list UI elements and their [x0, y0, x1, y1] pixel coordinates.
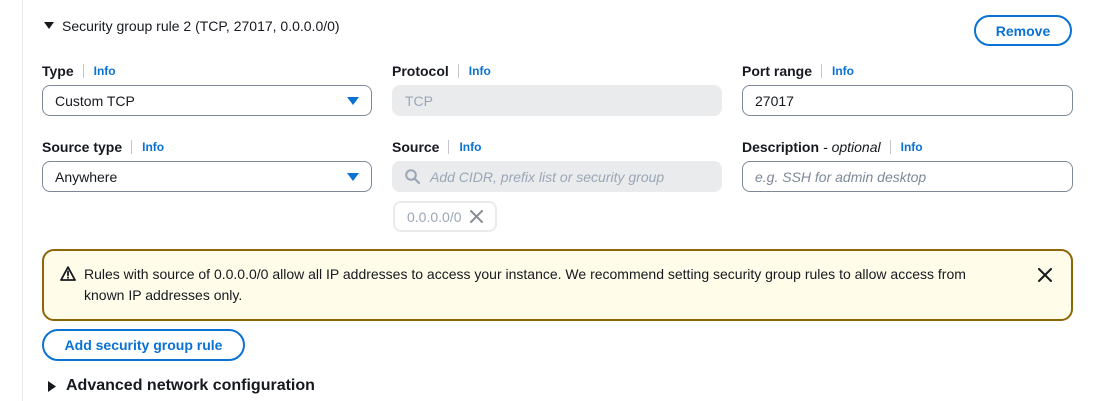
advanced-network-configuration-toggle[interactable]: Advanced network configuration: [48, 377, 315, 395]
caret-down-icon: [44, 22, 54, 29]
source-type-label: Source type Info: [42, 137, 164, 157]
source-search-input[interactable]: Add CIDR, prefix list or security group: [392, 161, 722, 192]
source-label: Source Info: [392, 137, 481, 157]
close-icon[interactable]: [1038, 268, 1052, 282]
source-type-info-link[interactable]: Info: [131, 140, 164, 154]
protocol-value: TCP: [405, 92, 433, 109]
description-input[interactable]: e.g. SSH for admin desktop: [742, 161, 1073, 192]
source-label-text: Source: [392, 139, 440, 155]
warning-icon: [60, 266, 76, 281]
source-search-placeholder: Add CIDR, prefix list or security group: [430, 168, 665, 185]
protocol-field: TCP: [392, 85, 722, 116]
source-type-label-text: Source type: [42, 139, 123, 155]
source-info-link[interactable]: Info: [448, 140, 481, 154]
description-placeholder: e.g. SSH for admin desktop: [755, 168, 927, 185]
remove-button[interactable]: Remove: [974, 15, 1072, 46]
advanced-network-configuration-label: Advanced network configuration: [66, 377, 315, 394]
rule-header-title: Security group rule 2 (TCP, 27017, 0.0.0…: [62, 18, 340, 34]
type-label-text: Type: [42, 63, 74, 79]
type-info-link[interactable]: Info: [82, 64, 116, 78]
source-token: 0.0.0.0/0: [393, 201, 497, 232]
add-security-group-rule-button[interactable]: Add security group rule: [42, 329, 245, 361]
description-info-link[interactable]: Info: [889, 140, 923, 154]
source-token-value: 0.0.0.0/0: [407, 208, 462, 225]
description-label-text: Description: [742, 139, 820, 155]
port-range-info-link[interactable]: Info: [821, 64, 854, 78]
source-type-value: Anywhere: [55, 168, 118, 185]
caret-right-icon: [48, 380, 56, 392]
dropdown-triangle-icon: [347, 96, 359, 105]
port-range-input[interactable]: 27017: [742, 85, 1073, 116]
description-optional-text: - optional: [823, 139, 881, 155]
dropdown-triangle-icon: [347, 172, 359, 181]
type-select-value: Custom TCP: [55, 92, 135, 109]
description-label: Description - optional Info: [742, 137, 923, 157]
warning-alert-text: Rules with source of 0.0.0.0/0 allow all…: [84, 266, 966, 303]
port-range-label: Port range Info: [742, 61, 854, 81]
protocol-label-text: Protocol: [392, 63, 449, 79]
port-range-label-text: Port range: [742, 63, 813, 79]
source-type-select[interactable]: Anywhere: [42, 161, 372, 192]
type-label: Type Info: [42, 61, 116, 81]
protocol-info-link[interactable]: Info: [457, 64, 491, 78]
protocol-label: Protocol Info: [392, 61, 491, 81]
rule-header[interactable]: Security group rule 2 (TCP, 27017, 0.0.0…: [44, 18, 340, 34]
type-select[interactable]: Custom TCP: [42, 85, 372, 116]
close-icon[interactable]: [469, 210, 483, 223]
search-icon: [405, 169, 420, 184]
port-range-value: 27017: [755, 92, 794, 109]
